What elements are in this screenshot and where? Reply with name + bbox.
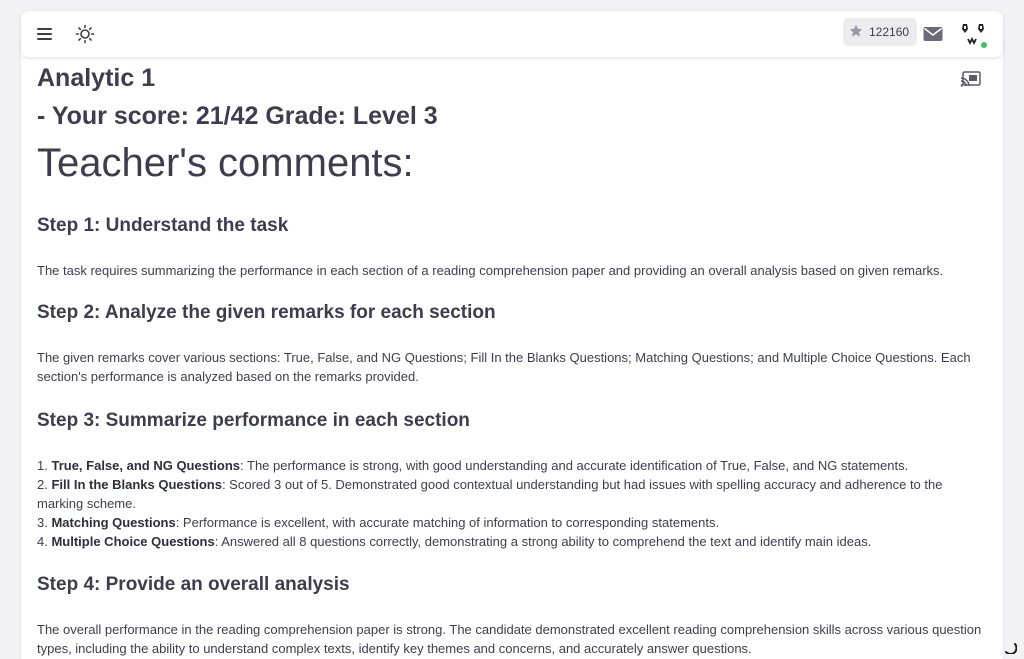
list-number: 3. — [37, 515, 48, 530]
sun-icon[interactable] — [74, 23, 96, 45]
list-item-2: 2. Fill In the Blanks Questions: Scored … — [37, 477, 942, 511]
section-name: Fill In the Blanks Questions — [51, 477, 222, 492]
list-number: 4. — [37, 534, 48, 549]
menu-icon[interactable] — [34, 24, 56, 44]
section-remark: : The performance is strong, with good u… — [240, 458, 909, 473]
list-item-1: 1. True, False, and NG Questions: The pe… — [37, 458, 908, 473]
star-icon — [848, 23, 864, 42]
step-2-heading: Step 2: Analyze the given remarks for ea… — [37, 302, 496, 323]
list-item-4: 4. Multiple Choice Questions: Answered a… — [37, 534, 871, 549]
step-1-text: The task requires summarizing the perfor… — [37, 263, 944, 278]
list-item-3: 3. Matching Questions: Performance is ex… — [37, 515, 719, 530]
online-status-dot — [980, 41, 988, 49]
mail-icon[interactable] — [922, 25, 944, 43]
section-remark: : Answered all 8 questions correctly, de… — [214, 534, 872, 549]
section-name: True, False, and NG Questions — [51, 458, 241, 473]
loading-spinner-icon — [1003, 640, 1018, 655]
step-4-text: The overall performance in the reading c… — [37, 622, 982, 656]
page-title: Analytic 1 — [37, 64, 156, 92]
list-number: 2. — [37, 477, 48, 492]
section-name: Matching Questions — [51, 515, 176, 530]
section-remark: : Performance is excellent, with accurat… — [175, 515, 720, 530]
step-2-text: The given remarks cover various sections… — [37, 350, 971, 384]
analysis-content: Analytic 1 - Your score: 21/42 Grade: Le… — [37, 62, 987, 658]
step-3-heading: Step 3: Summarize performance in each se… — [37, 410, 470, 431]
step-1-heading: Step 1: Understand the task — [37, 215, 289, 236]
points-value: 122160 — [869, 25, 910, 39]
comments-heading: Teacher's comments: — [37, 141, 414, 185]
analysis-card: Analytic 1 - Your score: 21/42 Grade: Le… — [21, 36, 1003, 659]
step-3-list: 1. True, False, and NG Questions: The pe… — [37, 456, 987, 551]
score-line: - Your score: 21/42 Grade: Level 3 — [37, 102, 438, 130]
step-4-heading: Step 4: Provide an overall analysis — [37, 574, 350, 595]
points-badge[interactable]: 122160 — [843, 18, 917, 46]
top-navbar: 122160 — [21, 11, 1003, 57]
list-number: 1. — [37, 458, 48, 473]
section-name: Multiple Choice Questions — [51, 534, 215, 549]
